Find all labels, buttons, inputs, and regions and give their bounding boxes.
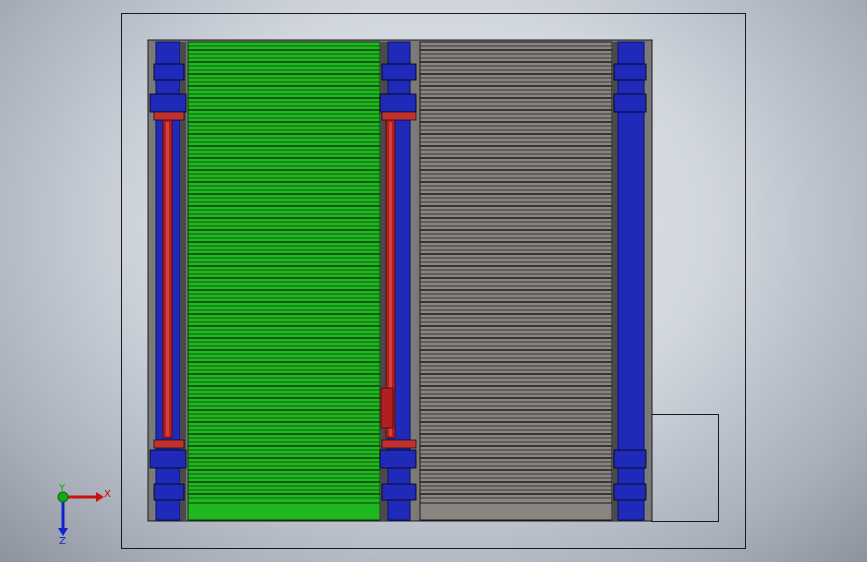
assembly-part — [381, 483, 417, 501]
assembly-part — [613, 483, 647, 501]
x-axis-arrowhead — [96, 492, 104, 502]
assembly-part — [153, 63, 185, 81]
x-axis-label: X — [104, 489, 111, 500]
assembly-part — [381, 63, 417, 81]
assembly-part — [381, 111, 417, 121]
assembly-part — [379, 93, 417, 113]
assembly-part — [617, 41, 645, 521]
assembly-part — [613, 449, 647, 469]
z-axis-label: Z — [59, 536, 66, 546]
middle-cylinder-end-block — [380, 387, 394, 429]
green-bed-end-plate — [187, 502, 381, 521]
assembly-part — [613, 63, 647, 81]
assembly-part — [149, 449, 187, 469]
gray-bed-end-plate — [419, 502, 613, 521]
assembly-part — [149, 93, 187, 113]
roller-conveyor-assembly[interactable] — [0, 0, 867, 562]
y-axis-label: Y — [58, 484, 66, 494]
assembly-part — [153, 111, 185, 121]
assembly-part — [153, 439, 185, 449]
assembly-part — [379, 449, 417, 469]
assembly-part — [153, 483, 185, 501]
model-viewport[interactable]: X Y Z — [0, 0, 867, 562]
coordinate-triad: X Y Z — [57, 484, 111, 546]
assembly-part — [613, 93, 647, 113]
left-cylinder-rod — [166, 122, 169, 436]
assembly-part — [612, 42, 618, 520]
assembly-part — [381, 439, 417, 449]
right-side-frame — [612, 41, 647, 521]
z-axis-arrowhead — [58, 528, 68, 536]
